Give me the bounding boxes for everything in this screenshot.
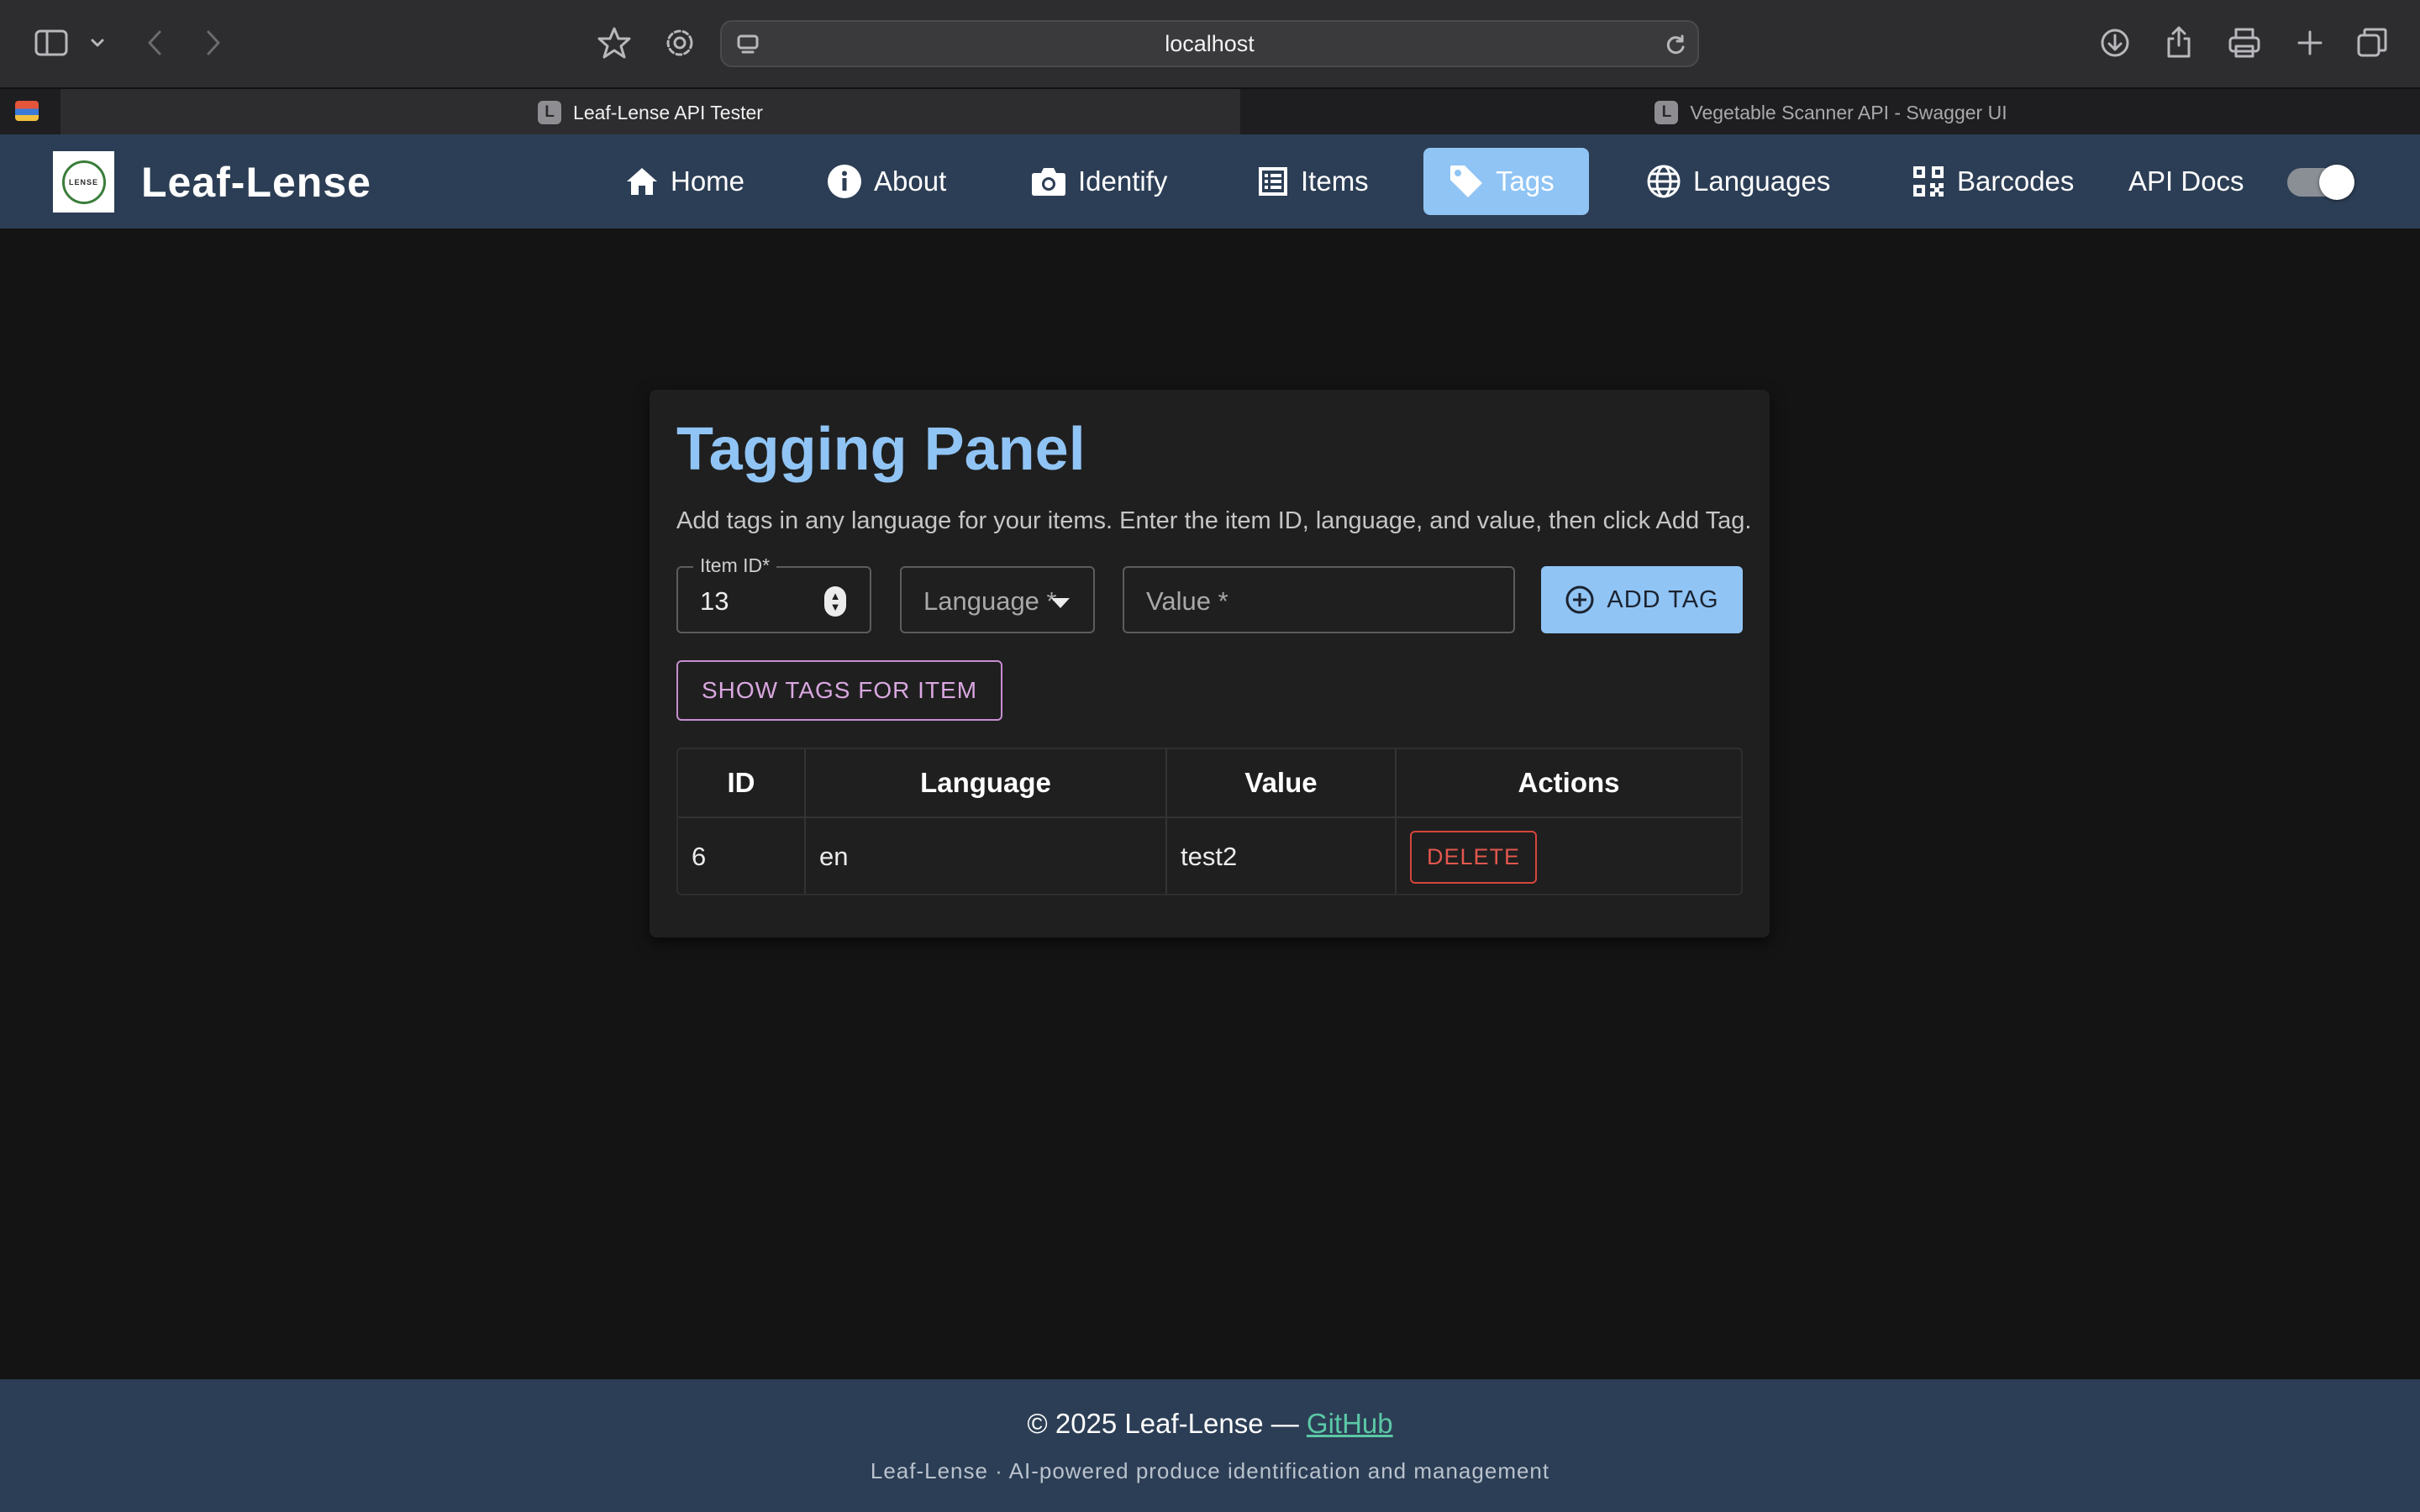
- tab-overview-icon[interactable]: [2353, 24, 2391, 62]
- app-header: LENSE Leaf-Lense Home About Identify Ite…: [0, 134, 2420, 228]
- copyright-text: © 2025 Leaf-Lense —: [1027, 1408, 1299, 1439]
- cell-language: en: [806, 818, 1167, 894]
- cell-actions: DELETE: [1397, 818, 1741, 894]
- address-bar[interactable]: localhost: [720, 20, 1699, 67]
- tag-icon: [1450, 165, 1482, 197]
- nav-tags[interactable]: Tags: [1423, 148, 1589, 215]
- nav-items[interactable]: Items: [1232, 148, 1394, 215]
- footer-copyright-line: © 2025 Leaf-Lense — GitHub: [0, 1408, 2420, 1440]
- tab-favicon: L: [538, 101, 562, 124]
- language-placeholder: Language *: [923, 586, 1057, 616]
- app-logo[interactable]: LENSE: [53, 151, 114, 213]
- info-icon: [828, 165, 861, 198]
- tags-table: ID Language Value Actions 6 en test2 DEL…: [676, 748, 1743, 895]
- download-icon[interactable]: [2096, 24, 2134, 62]
- url-text: localhost: [1165, 30, 1255, 56]
- nav-label: Barcodes: [1957, 165, 2075, 197]
- nav-about[interactable]: About: [802, 148, 971, 215]
- brand-title[interactable]: Leaf-Lense: [141, 158, 371, 207]
- footer: © 2025 Leaf-Lense — GitHub Leaf-Lense · …: [0, 1379, 2420, 1512]
- tab-favicon: L: [1655, 101, 1679, 124]
- forward-icon[interactable]: [200, 27, 227, 59]
- globe-icon: [1647, 165, 1681, 198]
- browser-toolbar: localhost: [0, 0, 2420, 87]
- page-title: Tagging Panel: [676, 416, 1086, 483]
- nav-label: API Docs: [2128, 165, 2244, 197]
- back-icon[interactable]: [141, 27, 168, 59]
- bookmark-star-icon[interactable]: [595, 24, 634, 62]
- sidebar-toggle-icon[interactable]: [32, 25, 71, 60]
- share-icon[interactable]: [2160, 22, 2198, 62]
- tab-swagger[interactable]: L Vegetable Scanner API - Swagger UI: [1242, 89, 2420, 136]
- column-header: Language: [806, 749, 1167, 816]
- add-tag-button[interactable]: ADD TAG: [1541, 566, 1743, 633]
- tagging-panel: Tagging Panel Add tags in any language f…: [650, 390, 1770, 937]
- nav-languages[interactable]: Languages: [1621, 148, 1855, 215]
- language-select[interactable]: Language *: [900, 566, 1095, 633]
- toggle-knob: [2319, 165, 2354, 200]
- nav-barcodes[interactable]: Barcodes: [1886, 148, 2099, 215]
- column-header: Actions: [1518, 767, 1620, 798]
- footer-tagline: Leaf-Lense · AI-powered produce identifi…: [870, 1458, 1550, 1483]
- value-placeholder: Value *: [1146, 586, 1228, 616]
- tab-title: Vegetable Scanner API - Swagger UI: [1690, 101, 2007, 123]
- logo-mark: LENSE: [61, 160, 106, 204]
- tab-title: Leaf-Lense API Tester: [573, 101, 763, 123]
- item-id-value: 13: [700, 586, 729, 616]
- delete-button[interactable]: DELETE: [1410, 830, 1538, 884]
- item-id-field[interactable]: Item ID* 13 ▲ ▼: [676, 554, 871, 633]
- table-row: 6 en test2 DELETE: [678, 818, 1741, 894]
- add-circle-icon: [1565, 585, 1594, 614]
- column-header: ID: [678, 749, 806, 816]
- tab-leaf-lense[interactable]: L Leaf-Lense API Tester: [60, 89, 1240, 136]
- camera-icon: [1032, 168, 1065, 196]
- value-field[interactable]: Value *: [1123, 566, 1515, 633]
- nav-identify[interactable]: Identify: [1006, 148, 1192, 215]
- show-tags-button[interactable]: SHOW TAGS FOR ITEM: [676, 660, 1002, 721]
- column-header: Value: [1167, 749, 1397, 816]
- nav-label: Home: [671, 165, 745, 197]
- item-id-label: Item ID*: [693, 554, 777, 577]
- reload-icon[interactable]: [1662, 32, 1689, 59]
- gear-icon[interactable]: [660, 24, 699, 62]
- nav-api-docs[interactable]: API Docs: [2103, 148, 2270, 215]
- dropdown-caret-icon: [1051, 598, 1070, 608]
- print-icon[interactable]: [2225, 24, 2264, 62]
- nav-label: Identify: [1078, 165, 1168, 197]
- nav-label: About: [874, 165, 947, 197]
- pinned-tab-favicon[interactable]: [15, 101, 39, 121]
- nav-home[interactable]: Home: [600, 148, 770, 215]
- tab-strip: L Leaf-Lense API Tester L Vegetable Scan…: [0, 87, 2420, 136]
- nav-label: Items: [1301, 165, 1369, 197]
- home-icon: [627, 168, 657, 195]
- table-header-row: ID Language Value Actions: [678, 749, 1741, 818]
- nav-label: Languages: [1693, 165, 1831, 197]
- github-link[interactable]: GitHub: [1307, 1408, 1393, 1439]
- nav-label: Tags: [1496, 165, 1555, 197]
- chevron-down-icon[interactable]: [87, 34, 108, 52]
- number-stepper-icon[interactable]: ▲ ▼: [824, 586, 846, 617]
- new-tab-icon[interactable]: [2291, 24, 2329, 62]
- cell-id: 6: [678, 818, 806, 894]
- list-icon: [1259, 167, 1287, 196]
- add-tag-label: ADD TAG: [1607, 585, 1719, 613]
- qr-code-icon: [1913, 166, 1944, 197]
- theme-toggle[interactable]: [2287, 165, 2354, 200]
- cell-value: test2: [1167, 818, 1397, 894]
- panel-description: Add tags in any language for your items.…: [676, 507, 1752, 534]
